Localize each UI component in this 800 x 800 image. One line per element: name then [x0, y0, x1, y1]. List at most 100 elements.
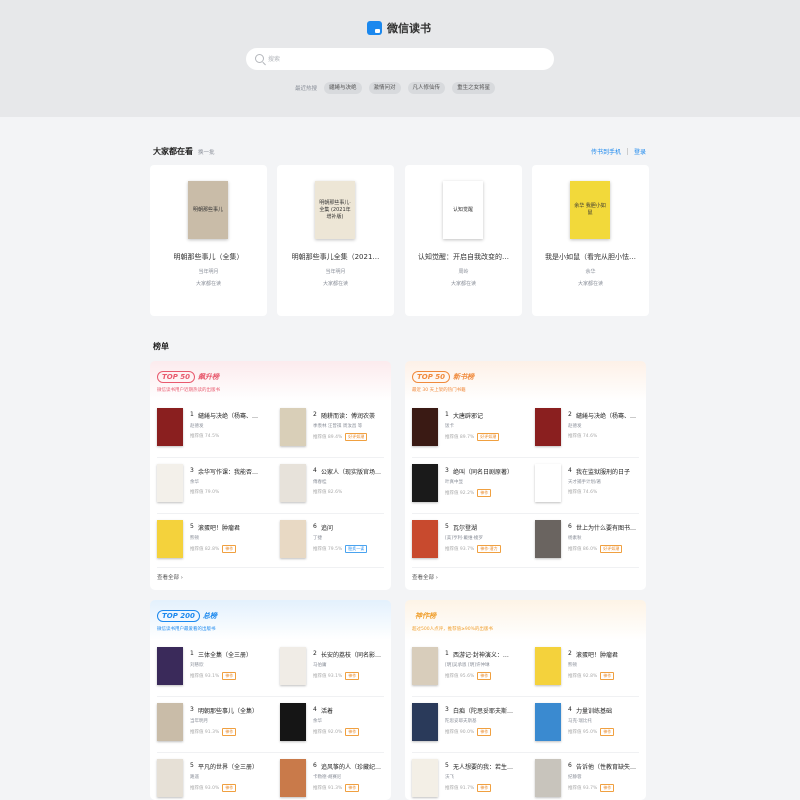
book-title[interactable]: 余华写作课：我能否…	[198, 467, 270, 476]
book-title[interactable]: 三体全集（全三册）	[198, 650, 270, 659]
book-title[interactable]: 白痴（陀思妥耶夫斯…	[453, 706, 525, 715]
book-title[interactable]: 追问	[321, 523, 391, 532]
hot-search-tag[interactable]: 重生之女将星	[452, 82, 496, 94]
ranking-book-item[interactable]: 2 滚蛋吧！肿瘤君 熊顿 推荐值 92.8% 神作	[535, 647, 646, 689]
book-cover[interactable]	[157, 703, 183, 741]
view-all-link[interactable]: 查看全部 ›	[157, 573, 183, 581]
book-cover[interactable]	[157, 520, 183, 558]
ranking-book-item[interactable]: 4 活着 余华 推荐值 92.0% 神作	[280, 703, 391, 745]
recommend-book-card[interactable]: 余华 我胆小如鼠 我是小如鼠（看完从胆小怯… 余华 大家都在读	[532, 165, 649, 316]
book-cover[interactable]	[412, 647, 438, 685]
book-cover[interactable]: 明朝那些事儿	[188, 181, 228, 239]
book-cover[interactable]	[157, 464, 183, 502]
recommend-book-card[interactable]: 明朝那些事儿 明朝那些事儿（全集） 当年明月 大家都在读	[150, 165, 267, 316]
book-cover[interactable]	[280, 464, 306, 502]
book-title[interactable]: 长安的荔枝（同名影…	[321, 650, 391, 659]
ranking-book-item[interactable]: 5 平凡的世界（全三册） 路遥 推荐值 93.0% 神作	[157, 759, 272, 800]
book-cover[interactable]	[535, 647, 561, 685]
ranking-book-item[interactable]: 5 瓦尔登湖 [美]亨利·戴维·梭罗 推荐值 93.7% 神作·潜力	[412, 520, 527, 562]
book-cover[interactable]	[412, 520, 438, 558]
book-title[interactable]: 随耕而读：傅润农荼	[321, 411, 391, 420]
search-input[interactable]	[268, 52, 538, 66]
hot-search-tag[interactable]: 凡人修仙传	[407, 82, 446, 94]
ranking-book-item[interactable]: 2 繾綣与决绝（杨骞、… 赵德发 推荐值 74.6%	[535, 408, 646, 450]
book-cover[interactable]	[535, 464, 561, 502]
book-title[interactable]: 明朝那些事儿（全集）	[198, 706, 270, 715]
hot-search-tag[interactable]: 繾綣与决绝	[324, 82, 362, 94]
book-cover[interactable]	[412, 759, 438, 797]
book-title[interactable]: 瓦尔登湖	[453, 523, 525, 532]
book-title[interactable]: 无人想要的我：若生…	[453, 762, 525, 771]
refresh-button[interactable]: 换一批	[198, 148, 215, 156]
book-title[interactable]: 明朝那些事儿（全集）	[156, 252, 261, 262]
book-cover[interactable]	[157, 408, 183, 446]
book-cover[interactable]: 余华 我胆小如鼠	[570, 181, 610, 239]
book-title[interactable]: 世上为什么要有图书…	[576, 523, 646, 532]
ranking-book-item[interactable]: 6 告诉他（性教育缺失… 纪静蓉 推荐值 93.7% 神作	[535, 759, 646, 800]
book-title[interactable]: 我是小如鼠（看完从胆小怯…	[538, 252, 643, 262]
book-cover[interactable]	[412, 464, 438, 502]
book-title[interactable]: 认知觉醒：开启自我改变的…	[411, 252, 516, 262]
recommend-book-card[interactable]: 明朝那些事儿·全集 (2021年增补版) 明朝那些事儿全集（2021… 当年明月 大家…	[277, 165, 394, 316]
book-cover[interactable]: 明朝那些事儿·全集 (2021年增补版)	[315, 181, 355, 239]
ranking-card[interactable]: TOP 200 总榜 微信读书用户最爱看的出版书 1 三体全集（全三册） 刘慈欣 推荐值 9…	[150, 600, 391, 800]
book-cover[interactable]	[157, 759, 183, 797]
ranking-book-item[interactable]: 1 西游记·封神演义：… [明]吴承恩 [明]许仲琳 推荐值 95.6% 神作	[412, 647, 527, 689]
ranking-book-item[interactable]: 5 无人想要的我：若生… 沃飞 推荐值 91.7% 神作	[412, 759, 527, 800]
send-to-phone-link[interactable]: 传书到手机	[591, 147, 621, 156]
ranking-book-item[interactable]: 5 滚蛋吧！肿瘤君 熊顿 推荐值 82.8% 神作	[157, 520, 272, 562]
book-cover[interactable]	[412, 703, 438, 741]
ranking-book-item[interactable]: 4 力量训练基础 马克·瑞比托 推荐值 95.0% 神作	[535, 703, 646, 745]
book-title[interactable]: 公家人（现实版官场…	[321, 467, 391, 476]
ranking-book-item[interactable]: 6 追风筝的人（珍藏纪… 卡勒德·胡赛尼 推荐值 91.3% 神作	[280, 759, 391, 800]
book-cover[interactable]	[535, 408, 561, 446]
ranking-book-item[interactable]: 2 随耕而读：傅润农荼 季羡林 汪曾祺 周汝昌 等推荐值 89.4% 好评如潮	[280, 408, 391, 450]
book-cover[interactable]	[157, 647, 183, 685]
book-cover[interactable]	[280, 703, 306, 741]
book-title[interactable]: 告诉他（性教育缺失…	[576, 762, 646, 771]
book-cover[interactable]	[280, 759, 306, 797]
book-cover[interactable]	[535, 759, 561, 797]
book-title[interactable]: 绝叫（同名日剧原著）	[453, 467, 525, 476]
book-title[interactable]: 繾綣与决绝（杨骞、…	[198, 411, 270, 420]
ranking-book-item[interactable]: 3 绝叫（同名日剧原著） 叶真中显 推荐值 92.2% 神作	[412, 464, 527, 506]
book-cover[interactable]: 认知觉醒	[443, 181, 483, 239]
ranking-book-item[interactable]: 2 长安的荔枝（同名影… 马伯庸 推荐值 93.1% 神作	[280, 647, 391, 689]
book-cover[interactable]	[412, 408, 438, 446]
book-title[interactable]: 追风筝的人（珍藏纪…	[321, 762, 391, 771]
book-title[interactable]: 繾綣与决绝（杨骞、…	[576, 411, 646, 420]
book-title[interactable]: 力量训练基础	[576, 706, 646, 715]
book-cover[interactable]	[535, 703, 561, 741]
ranking-book-item[interactable]: 3 余华写作课：我能否… 余华 推荐值 79.0%	[157, 464, 272, 506]
ranking-card[interactable]: 神作榜 超过500人点评，推荐值≥90%的出版书 1 西游记·封神演义：… [明]吴承恩…	[405, 600, 646, 800]
hot-search-tag[interactable]: 激情问对	[368, 82, 401, 94]
book-title[interactable]: 明朝那些事儿全集（2021…	[283, 252, 388, 262]
book-cover[interactable]	[280, 647, 306, 685]
book-title[interactable]: 活着	[321, 706, 391, 715]
book-title[interactable]: 西游记·封神演义：…	[453, 650, 525, 659]
ranking-book-item[interactable]: 4 我在监狱服刑的日子 天才捕手计划/著 推荐值 74.6%	[535, 464, 646, 506]
ranking-book-item[interactable]: 3 白痴（陀思妥耶夫斯… 陀思妥耶夫斯基 推荐值 90.0% 神作	[412, 703, 527, 745]
book-cover[interactable]	[280, 520, 306, 558]
book-cover[interactable]	[280, 408, 306, 446]
ranking-book-item[interactable]: 1 繾綣与决绝（杨骞、… 赵德发 推荐值 74.5%	[157, 408, 272, 450]
book-title[interactable]: 滚蛋吧！肿瘤君	[198, 523, 270, 532]
search-box[interactable]	[246, 48, 554, 70]
book-title[interactable]: 我在监狱服刑的日子	[576, 467, 646, 476]
book-title[interactable]: 滚蛋吧！肿瘤君	[576, 650, 646, 659]
book-title[interactable]: 大唐辟邪记	[453, 411, 525, 420]
ranking-book-item[interactable]: 6 世上为什么要有图书… 杨素秋 推荐值 86.0% 好评如潮	[535, 520, 646, 562]
ranking-book-item[interactable]: 6 追问 丁捷 推荐值 79.5% 脍炙一读	[280, 520, 391, 562]
app-logo[interactable]: 微信读书	[367, 20, 431, 36]
login-link[interactable]: 登录	[634, 147, 646, 156]
view-all-link[interactable]: 查看全部 ›	[412, 573, 438, 581]
ranking-book-item[interactable]: 4 公家人（现实版官场… 傅春桂 推荐值 82.6%	[280, 464, 391, 506]
book-title[interactable]: 平凡的世界（全三册）	[198, 762, 270, 771]
book-cover[interactable]	[535, 520, 561, 558]
recommend-book-card[interactable]: 认知觉醒 认知觉醒：开启自我改变的… 周岭 大家都在读	[405, 165, 522, 316]
ranking-book-item[interactable]: 1 大唐辟邪记 饭卡 推荐值 89.7% 好评如潮	[412, 408, 527, 450]
ranking-book-item[interactable]: 1 三体全集（全三册） 刘慈欣 推荐值 93.1% 神作	[157, 647, 272, 689]
ranking-card[interactable]: TOP 50 新书榜 最近 30 天上架的热门书籍 1 大唐辟邪记 饭卡 推荐值 89.7%…	[405, 361, 646, 590]
ranking-card[interactable]: TOP 50 飙升榜 微信读书用户近期热读的出版书 1 繾綣与决绝（杨骞、… 赵德发 推荐值…	[150, 361, 391, 590]
ranking-book-item[interactable]: 3 明朝那些事儿（全集） 当年明月 推荐值 91.3% 神作	[157, 703, 272, 745]
